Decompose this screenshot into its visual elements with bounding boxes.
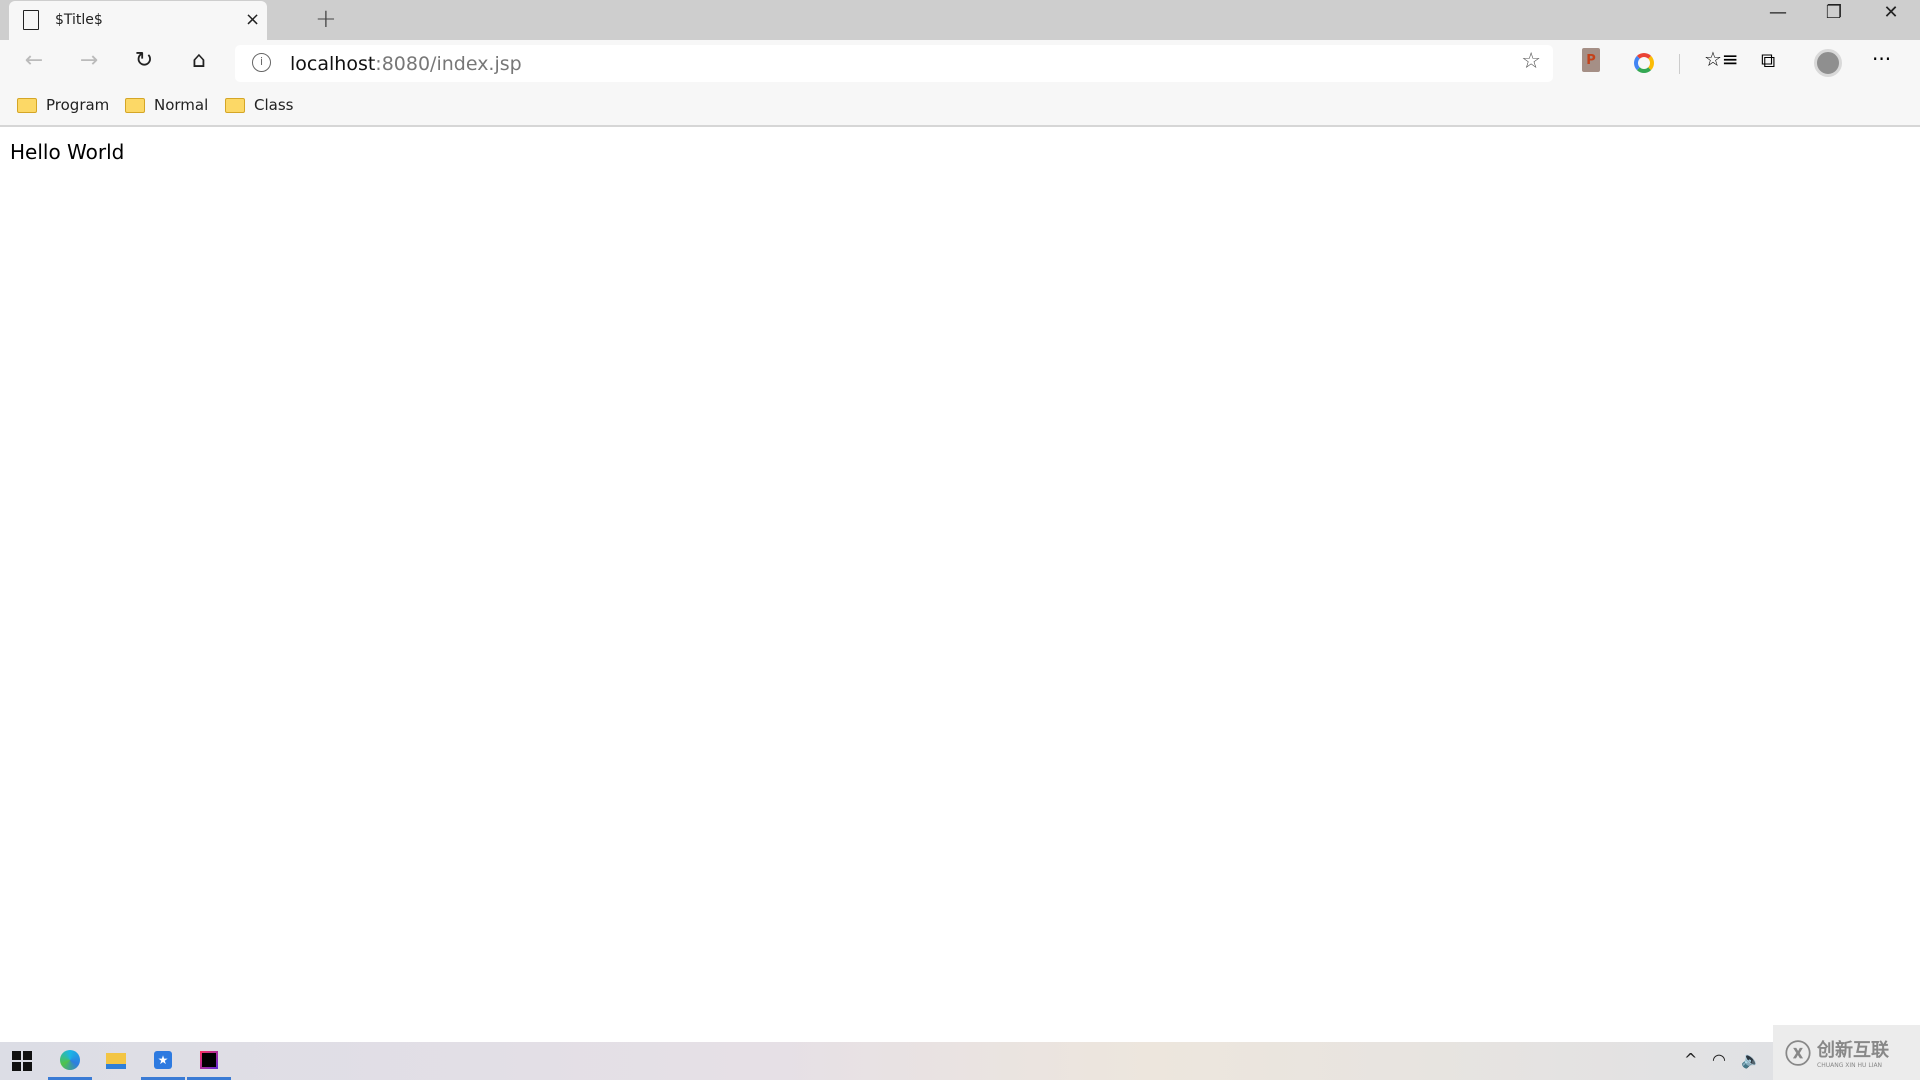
- show-hidden-icons[interactable]: ^: [1684, 1050, 1697, 1069]
- bookmark-label: Program: [46, 96, 110, 114]
- close-window-button[interactable]: ✕: [1863, 2, 1919, 23]
- profile-avatar[interactable]: [1814, 49, 1842, 77]
- intellij-icon: [200, 1050, 218, 1069]
- home-button[interactable]: ⌂: [183, 48, 215, 73]
- bookmarks-bar: Program Normal Class: [0, 88, 1920, 127]
- url-text[interactable]: localhost:8080/index.jsp: [290, 53, 522, 75]
- watermark-icon: ⓧ: [1785, 1040, 1812, 1070]
- back-button[interactable]: ←: [18, 48, 50, 73]
- folder-icon: [17, 97, 37, 113]
- volume-icon[interactable]: 🔈: [1741, 1050, 1761, 1069]
- windows-icon: [12, 1051, 32, 1071]
- taskbar-file-explorer[interactable]: [94, 1042, 138, 1080]
- favorites-icon[interactable]: ☆≡: [1704, 47, 1739, 71]
- tab-close-button[interactable]: ×: [245, 9, 260, 30]
- tab-title: $Title$: [55, 12, 103, 28]
- folder-icon: [225, 97, 245, 113]
- watermark-logo: ⓧ 创新互联 CHUANG XIN HU LIAN: [1773, 1025, 1920, 1080]
- file-explorer-icon: [106, 1053, 126, 1069]
- bookmark-folder-program[interactable]: Program: [17, 96, 109, 114]
- taskbar-intellij[interactable]: [187, 1042, 231, 1080]
- refresh-button[interactable]: ↻: [128, 48, 160, 73]
- chrome-extension-icon[interactable]: [1634, 53, 1654, 73]
- folder-icon: [125, 97, 145, 113]
- bookmark-label: Normal: [154, 96, 209, 114]
- powerpoint-extension-icon[interactable]: P: [1582, 48, 1600, 72]
- toolbar-divider: [1679, 54, 1680, 74]
- restore-button[interactable]: ❐: [1806, 2, 1862, 23]
- forward-button[interactable]: →: [73, 48, 105, 73]
- app-icon: ★: [154, 1050, 172, 1069]
- taskbar-app[interactable]: ★: [141, 1042, 185, 1080]
- watermark-text: 创新互联: [1817, 1040, 1890, 1061]
- bookmark-label: Class: [254, 96, 294, 114]
- bookmark-folder-class[interactable]: Class: [225, 96, 293, 114]
- info-icon[interactable]: i: [252, 53, 271, 72]
- tab-strip: $Title$ × + — ❐ ✕: [0, 0, 1920, 40]
- network-icon[interactable]: ◠: [1712, 1050, 1726, 1069]
- browser-tab[interactable]: $Title$ ×: [9, 1, 267, 40]
- more-menu-button[interactable]: ···: [1872, 47, 1891, 71]
- add-favorite-icon[interactable]: ☆: [1521, 49, 1541, 74]
- address-bar[interactable]: i localhost:8080/index.jsp ☆: [235, 45, 1553, 82]
- collections-icon[interactable]: ⧉: [1761, 48, 1775, 72]
- new-tab-button[interactable]: +: [315, 4, 337, 34]
- url-host: localhost: [290, 53, 376, 75]
- watermark-subtext: CHUANG XIN HU LIAN: [1817, 1062, 1883, 1069]
- taskbar: ★ ^ ◠ 🔈: [0, 1042, 1920, 1080]
- taskbar-edge[interactable]: [48, 1042, 92, 1080]
- bookmark-folder-normal[interactable]: Normal: [125, 96, 208, 114]
- page-content-text: Hello World: [10, 140, 125, 164]
- page-icon: [23, 10, 39, 30]
- edge-icon: [60, 1049, 80, 1070]
- url-path: :8080/index.jsp: [375, 53, 522, 75]
- start-button[interactable]: [0, 1042, 44, 1080]
- toolbar: ← → ↻ ⌂ i localhost:8080/index.jsp ☆ P ☆…: [0, 40, 1920, 88]
- minimize-button[interactable]: —: [1750, 2, 1806, 23]
